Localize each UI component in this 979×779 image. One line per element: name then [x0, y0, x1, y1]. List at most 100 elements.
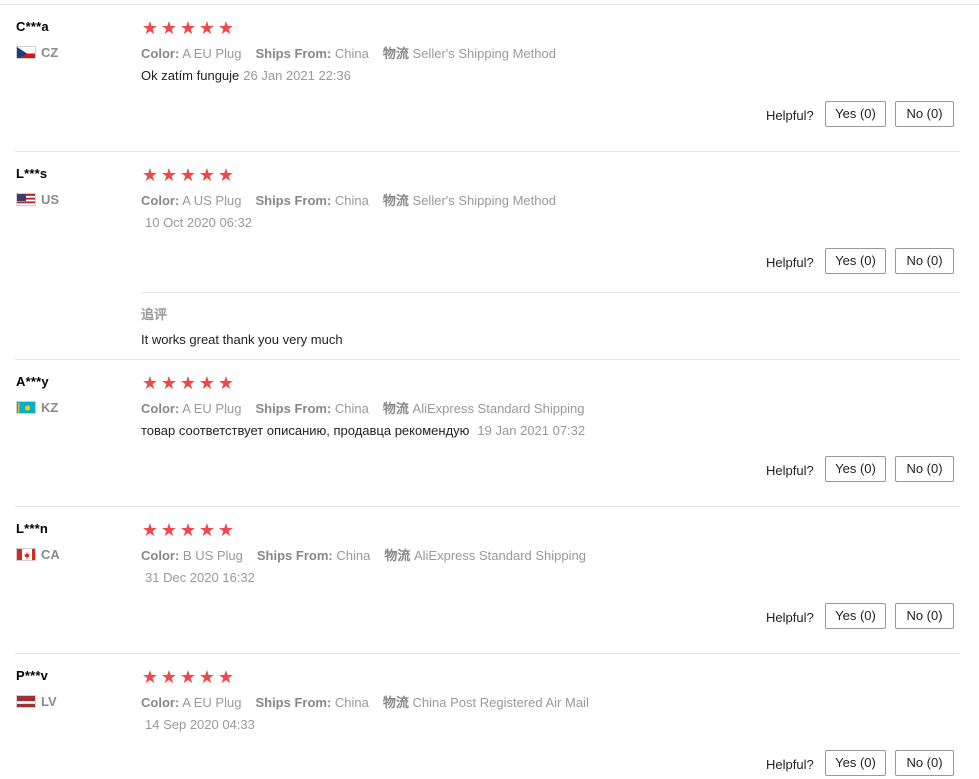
ships-value: China	[334, 46, 369, 61]
color-value: A EU Plug	[182, 401, 242, 416]
star-icon: ★	[179, 165, 197, 185]
logistics-value: Seller's Shipping Method	[412, 46, 556, 61]
reviewer-country: CZ	[16, 45, 58, 60]
ships-label: Ships From:	[255, 193, 332, 208]
star-icon: ★	[198, 165, 216, 185]
star-rating: ★ ★ ★ ★ ★	[141, 19, 235, 37]
star-icon: ★	[179, 520, 197, 540]
country-code: US	[41, 192, 60, 207]
star-rating: ★ ★ ★ ★ ★	[141, 668, 235, 686]
review-text: товар соответствует описанию, продавца р…	[141, 423, 470, 438]
reviewer-name: C***a	[16, 19, 49, 34]
star-icon: ★	[141, 667, 159, 687]
helpful-yes-button[interactable]: Yes (0)	[825, 101, 886, 127]
review-date: 19 Jan 2021 07:32	[477, 423, 586, 438]
reviewer-country: KZ	[16, 400, 58, 415]
followup-title: 追评	[141, 307, 168, 322]
logistics-value: China Post Registered Air Mail	[412, 695, 589, 710]
helpful-no-button[interactable]: No (0)	[895, 750, 954, 776]
star-icon: ★	[160, 165, 178, 185]
ships-label: Ships From:	[255, 46, 332, 61]
reviewer-name: A***y	[16, 374, 49, 389]
helpful-label: Helpful?	[766, 610, 814, 625]
review-meta: Color: A EU Plug Ships From: China 物流 AliE…	[141, 398, 585, 417]
review-divider	[15, 359, 960, 360]
star-icon: ★	[217, 520, 235, 540]
star-icon: ★	[217, 373, 235, 393]
star-icon: ★	[198, 667, 216, 687]
logistics-label: 物流	[382, 401, 409, 416]
color-label: Color:	[141, 46, 180, 61]
review-body: товар соответствует описанию, продавца р…	[141, 423, 585, 438]
reviewer-name: L***n	[16, 521, 49, 536]
review-date: 10 Oct 2020 06:32	[145, 215, 252, 230]
star-rating: ★ ★ ★ ★ ★	[141, 521, 235, 539]
reviews-page: C***a CZ ★ ★ ★ ★ ★ Color: A EU Plug Ships Fro…	[0, 0, 979, 779]
color-value: A EU Plug	[182, 695, 242, 710]
review-body: Ok zatím funguje 26 Jan 2021 22:36	[141, 68, 351, 83]
ships-label: Ships From:	[255, 695, 332, 710]
star-icon: ★	[179, 373, 197, 393]
star-icon: ★	[141, 18, 159, 38]
helpful-label: Helpful?	[766, 463, 814, 478]
helpful-label: Helpful?	[766, 108, 814, 123]
logistics-value: AliExpress Standard Shipping	[412, 401, 585, 416]
ships-label: Ships From:	[256, 548, 333, 563]
review-meta: Color: A EU Plug Ships From: China 物流 Sell…	[141, 43, 556, 62]
review-divider	[15, 653, 960, 654]
ships-value: China	[336, 548, 371, 563]
helpful-yes-button[interactable]: Yes (0)	[825, 603, 886, 629]
color-label: Color:	[141, 695, 180, 710]
star-icon: ★	[141, 373, 159, 393]
country-code: CA	[41, 547, 60, 562]
color-label: Color:	[141, 548, 180, 563]
reviewer-country: CA	[16, 547, 60, 562]
star-icon: ★	[198, 18, 216, 38]
review-divider	[15, 506, 960, 507]
lv-flag-icon	[16, 695, 36, 708]
helpful-no-button[interactable]: No (0)	[895, 248, 954, 274]
star-rating: ★ ★ ★ ★ ★	[141, 166, 235, 184]
star-icon: ★	[141, 520, 159, 540]
star-icon: ★	[198, 373, 216, 393]
review-body: 31 Dec 2020 16:32	[141, 570, 255, 585]
star-icon: ★	[160, 667, 178, 687]
star-rating: ★ ★ ★ ★ ★	[141, 374, 235, 392]
helpful-yes-button[interactable]: Yes (0)	[825, 456, 886, 482]
review-date: 26 Jan 2021 22:36	[243, 68, 351, 83]
followup-text: It works great thank you very much	[141, 332, 343, 347]
country-code: LV	[41, 694, 57, 709]
helpful-yes-button[interactable]: Yes (0)	[825, 248, 886, 274]
color-value: A US Plug	[182, 193, 242, 208]
review-meta: Color: A US Plug Ships From: China 物流 Sell…	[141, 190, 556, 209]
review-text: Ok zatím funguje	[141, 68, 240, 83]
star-icon: ★	[198, 520, 216, 540]
helpful-no-button[interactable]: No (0)	[895, 603, 954, 629]
helpful-no-button[interactable]: No (0)	[895, 456, 954, 482]
country-code: CZ	[41, 45, 59, 60]
reviewer-name: P***v	[16, 668, 49, 683]
ships-value: China	[334, 695, 369, 710]
helpful-yes-button[interactable]: Yes (0)	[825, 750, 886, 776]
star-icon: ★	[217, 165, 235, 185]
review-date: 31 Dec 2020 16:32	[145, 570, 255, 585]
star-icon: ★	[179, 18, 197, 38]
helpful-label: Helpful?	[766, 757, 814, 772]
us-flag-icon	[16, 193, 36, 206]
ca-flag-icon	[16, 548, 36, 561]
review-date: 14 Sep 2020 04:33	[145, 717, 255, 732]
review-body: 10 Oct 2020 06:32	[141, 215, 252, 230]
color-value: A EU Plug	[182, 46, 242, 61]
logistics-value: AliExpress Standard Shipping	[413, 548, 586, 563]
logistics-label: 物流	[382, 695, 409, 710]
reviewer-name: L***s	[16, 166, 48, 181]
logistics-label: 物流	[382, 46, 409, 61]
cz-flag-icon	[16, 46, 36, 59]
color-value: B US Plug	[182, 548, 243, 563]
star-icon: ★	[179, 667, 197, 687]
star-icon: ★	[160, 18, 178, 38]
reviewer-country: US	[16, 192, 59, 207]
helpful-no-button[interactable]: No (0)	[895, 101, 954, 127]
reviewer-country: LV	[16, 694, 57, 709]
star-icon: ★	[141, 165, 159, 185]
